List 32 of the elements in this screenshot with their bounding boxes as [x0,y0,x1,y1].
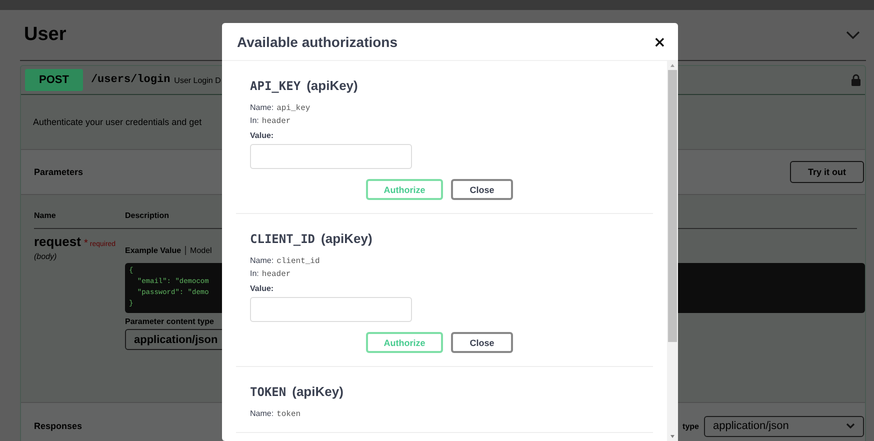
description-text: Authenticate your user credentials and get [33,117,202,127]
scheme-type: (apiKey) [292,384,344,399]
dialog-title: Available authorizations [237,34,398,50]
field-label: Name: [250,103,274,112]
field-label: Parameter content type [125,317,215,326]
parameter-location: (body) [34,252,58,261]
field-label: Value: [250,131,275,140]
parameter-name: request [34,234,81,249]
field-label: In: [250,116,259,125]
scheme-name: TOKEN [250,385,286,399]
field-label: Name: [250,256,274,265]
scheme-name: API_KEY [250,79,301,93]
scheme-type: (apiKey) [321,231,372,246]
method-badge: POST [25,69,83,91]
scheme-type: (apiKey) [306,78,358,93]
endpoint-path: /users/login [90,74,170,86]
field-label: Name: [250,409,274,418]
field-value: header [262,117,291,126]
field-label: In: [250,269,259,278]
section-heading: Parameters [34,167,84,177]
scheme-name: CLIENT_ID [250,232,316,246]
field-value: api_key [276,104,310,113]
endpoint-summary: User Login D [174,76,221,84]
column-header: Name [34,211,57,220]
field-value: client_id [276,257,320,266]
field-value: header [262,270,291,279]
field-label: Value: [250,284,275,293]
field-value: token [276,410,301,419]
required-mark: * [84,238,88,249]
section-heading: Responses [34,421,82,431]
field-label: type [682,422,699,430]
column-header: Description [125,211,170,220]
